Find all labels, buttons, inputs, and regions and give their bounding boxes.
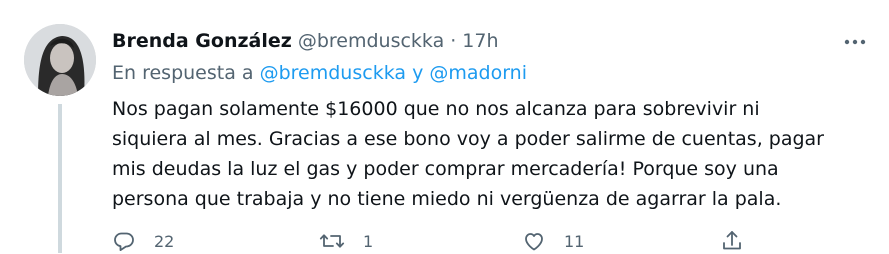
- reply-mention-2[interactable]: @madorni: [429, 62, 527, 84]
- tweet[interactable]: Brenda González @bremdusckka · 17h En re…: [0, 0, 889, 253]
- retweet-count: 1: [363, 231, 374, 251]
- tweet-text-line: Nos pagan solamente $16000 que no nos al…: [112, 98, 760, 120]
- tweet-text-line: siquiera al mes. Gracias a ese bono voy …: [112, 128, 824, 150]
- reply-prefix: En respuesta a: [112, 62, 254, 84]
- share-upload-icon: [723, 231, 741, 250]
- reply-context: En respuesta a @bremdusckka y @madorni: [112, 62, 527, 84]
- like-button[interactable]: 11: [522, 228, 584, 254]
- reply-conjunction: y: [412, 62, 424, 84]
- retweet-button[interactable]: 1: [319, 228, 373, 254]
- like-count: 11: [564, 231, 585, 251]
- more-button[interactable]: [841, 28, 869, 56]
- action-bar: 22 1 11: [112, 228, 772, 254]
- share-button[interactable]: [720, 228, 744, 254]
- more-horizontal-icon: [844, 39, 866, 45]
- header-separator: ·: [450, 30, 457, 52]
- retweet-arrows-icon: [319, 234, 345, 248]
- tweet-text-line: persona que trabaja y no tiene miedo ni …: [112, 188, 782, 210]
- timestamp[interactable]: 17h: [462, 30, 498, 52]
- author-handle[interactable]: @bremdusckka: [298, 30, 444, 52]
- tweet-text: Nos pagan solamente $16000 que no nos al…: [112, 94, 832, 214]
- reply-button[interactable]: 22: [112, 228, 174, 254]
- reply-count: 22: [154, 231, 175, 251]
- avatar-photo: [24, 24, 96, 96]
- reply-bubble-icon: [114, 232, 134, 251]
- author-name[interactable]: Brenda González: [112, 30, 292, 52]
- reply-mention-1[interactable]: @bremdusckka: [260, 62, 406, 84]
- thread-line: [58, 104, 62, 253]
- avatar[interactable]: [24, 24, 96, 96]
- tweet-header: Brenda González @bremdusckka · 17h: [112, 26, 499, 56]
- heart-icon: [525, 233, 543, 251]
- tweet-text-line: mis deudas la luz el gas y poder comprar…: [112, 158, 779, 180]
